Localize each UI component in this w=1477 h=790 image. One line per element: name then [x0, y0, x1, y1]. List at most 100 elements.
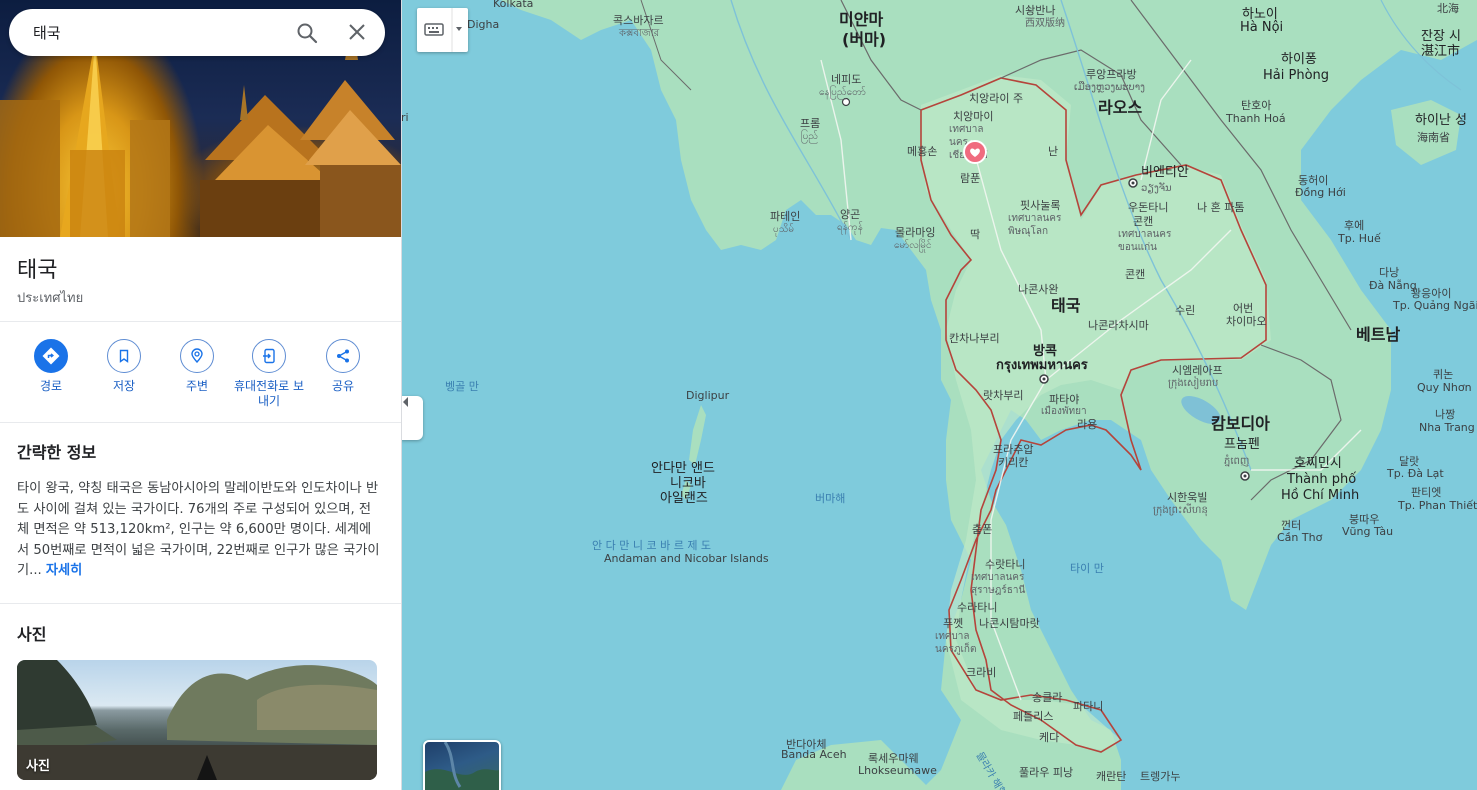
map-shapes — [501, 0, 1477, 790]
label-kedah: 케다 — [1039, 731, 1060, 744]
label-siemreap: 시엠레아프 — [1172, 364, 1223, 377]
search-input[interactable]: 태국 — [33, 22, 61, 43]
label-nan: 난 — [1048, 145, 1059, 158]
nearby-label: 주변 — [185, 379, 209, 393]
label-bay-bengal: 벵골 만 — [445, 380, 479, 393]
photo-card[interactable]: 사진 — [17, 660, 377, 780]
label-thanhhoa-native: Thanh Hoá — [1226, 112, 1286, 125]
close-icon[interactable] — [345, 20, 369, 44]
label-andaman-islands-kr: 안 다 만 니 코 바 르 제 도 — [592, 539, 712, 552]
label-hainan: 하이난 성 — [1415, 113, 1467, 128]
label-terengganu: 트렝가누 — [1140, 770, 1181, 783]
label-phanthiet-native: Tp. Phan Thiết — [1398, 499, 1477, 512]
layers-button[interactable] — [423, 740, 501, 790]
label-ratchaburi: 랏차부리 — [983, 389, 1024, 402]
send-to-phone-label: 휴대전화로 보내기 — [233, 379, 305, 408]
label-thanhhoa: 탄호아 — [1241, 99, 1272, 112]
divider — [0, 422, 401, 423]
directions-button[interactable]: 경로 — [11, 339, 91, 394]
label-andaman-1: 안다만 앤드 — [651, 461, 715, 476]
label-nhatrang: 나짱 — [1435, 408, 1456, 421]
nearby-button[interactable]: 주변 — [157, 339, 237, 394]
share-icon — [326, 339, 360, 373]
label-quynhon-native: Quy Nhơn — [1417, 381, 1472, 394]
send-to-phone-icon — [252, 339, 286, 373]
label-chiangmai: 치앙마이 — [953, 110, 994, 123]
label-cambodia: 캄보디아 — [1211, 414, 1270, 433]
label-andaman-3: 아일랜즈 — [660, 491, 708, 506]
keyboard-icon — [424, 23, 444, 36]
label-suratthani-native: เทศบาลนคร สุราษฎร์ธานี — [971, 572, 1026, 596]
label-nhatrang-native: Nha Trang — [1419, 421, 1475, 434]
label-gulf-thailand: 타이 만 — [1070, 562, 1104, 575]
label-maehongson: 메홍손 — [907, 145, 938, 158]
label-siemreap-native: ក្រុងសៀមរាប — [1168, 378, 1219, 389]
place-title: 태국 — [17, 258, 58, 283]
share-button[interactable]: 공유 — [303, 339, 383, 394]
label-laos: 라오스 — [1098, 98, 1143, 117]
label-phattalung: 페틀리스 — [1013, 710, 1054, 723]
label-pattani: 파타니 — [1073, 700, 1104, 713]
label-sihanoukville: 시한욱빌 — [1167, 491, 1208, 504]
label-hcmc-native-2: Hồ Chí Minh — [1281, 488, 1360, 503]
label-mawlamyine: 몰라마잉 — [895, 226, 936, 239]
label-prachuap: 프라추압 — [993, 443, 1034, 456]
save-button[interactable]: 저장 — [84, 339, 164, 394]
place-panel: 태국 태국 ประเทศไทย 경로 저장 주변 휴대전화로 보내기 공유 간략… — [0, 0, 402, 790]
label-chumphon: 춤폰 — [972, 523, 993, 536]
label-naypyidaw: 네피도 — [831, 73, 862, 86]
label-pathein-native: ပုသိမ် — [773, 224, 795, 235]
label-lamphun: 람푼 — [960, 172, 981, 185]
label-dalat-native: Tp. Đà Lạt — [1387, 467, 1444, 480]
photo-card-label: 사진 — [26, 759, 50, 774]
directions-icon — [34, 339, 68, 373]
label-phnompenh: 프놈펜 — [1224, 437, 1260, 452]
divider — [0, 603, 401, 604]
label-prachuap-2: 키리칸 — [998, 456, 1029, 469]
label-lhokseumawe-native: Lhokseumawe — [858, 764, 937, 777]
label-ubon: 어번 — [1233, 302, 1254, 315]
label-beihai: 北海 — [1437, 2, 1459, 15]
label-rayong: 라용 — [1077, 418, 1098, 431]
label-digha: Digha — [467, 18, 500, 31]
label-surathani-2: 수라타니 — [957, 601, 998, 614]
read-more-link[interactable]: 자세히 — [46, 563, 82, 578]
about-text: 타이 왕국, 약칭 태국은 동남아시아의 말레이반도와 인도차이나 반도 사이에… — [17, 479, 382, 582]
send-to-phone-button[interactable]: 휴대전화로 보내기 — [229, 339, 309, 409]
label-danang-native: Đà Nẵng — [1369, 279, 1417, 292]
label-myanmar: 미얀마 — [839, 10, 884, 29]
save-label: 저장 — [112, 379, 136, 393]
directions-label: 경로 — [39, 379, 63, 393]
andaman-islands — [689, 405, 706, 465]
label-quynhon: 퀴논 — [1433, 368, 1454, 381]
label-diglipur: Diglipur — [686, 389, 730, 402]
label-phitsanulok-native: เทศบาลนคร พิษณุโลก — [1008, 213, 1062, 237]
label-sihanoukville-native: ក្រុងព្រះសីហនុ — [1153, 505, 1208, 516]
label-pattaya-native: เมืองพัทยา — [1041, 406, 1087, 417]
label-kolkata: Kolkata — [493, 0, 534, 10]
label-nakhonsawan: 나콘사완 — [1018, 283, 1059, 296]
label-cox-native: কক্সবাজার — [619, 28, 660, 39]
search-box[interactable]: 태국 — [9, 9, 385, 56]
chevron-left-icon — [403, 397, 408, 407]
search-icon[interactable] — [295, 21, 319, 45]
label-mawlamyine-native: မော်လမြိုင် — [894, 240, 932, 251]
map-canvas[interactable]: Kolkata Digha 콕스바자르 কক্সবাজার 미얀마 (버마) 네… — [401, 0, 1477, 790]
label-yangon: 양곤 — [840, 208, 861, 221]
label-khonkaen: 콘캔 — [1133, 215, 1154, 228]
label-songkhla: 송클라 — [1032, 691, 1063, 704]
label-khonkaen-2: 콘캔 — [1125, 268, 1146, 281]
label-pathein: 파테인 — [770, 210, 801, 223]
label-suratthani: 수랏타니 — [985, 558, 1026, 571]
collapse-panel-button[interactable] — [401, 396, 423, 440]
label-phuket-native: เทศบาล นครภูเก็ต — [935, 631, 977, 655]
label-danang: 다낭 — [1379, 266, 1400, 279]
label-phuket: 푸껫 — [943, 617, 964, 630]
label-prome: 프롬 — [800, 117, 821, 130]
label-hue: 후에 — [1344, 219, 1365, 232]
label-naxon: 나 혼 파톰 — [1197, 201, 1245, 214]
label-hue-native: Tp. Huế — [1338, 232, 1381, 245]
label-kelantan: 캐란탄 — [1096, 770, 1127, 783]
input-tools-button[interactable] — [417, 8, 468, 52]
label-cox: 콕스바자르 — [613, 14, 664, 27]
